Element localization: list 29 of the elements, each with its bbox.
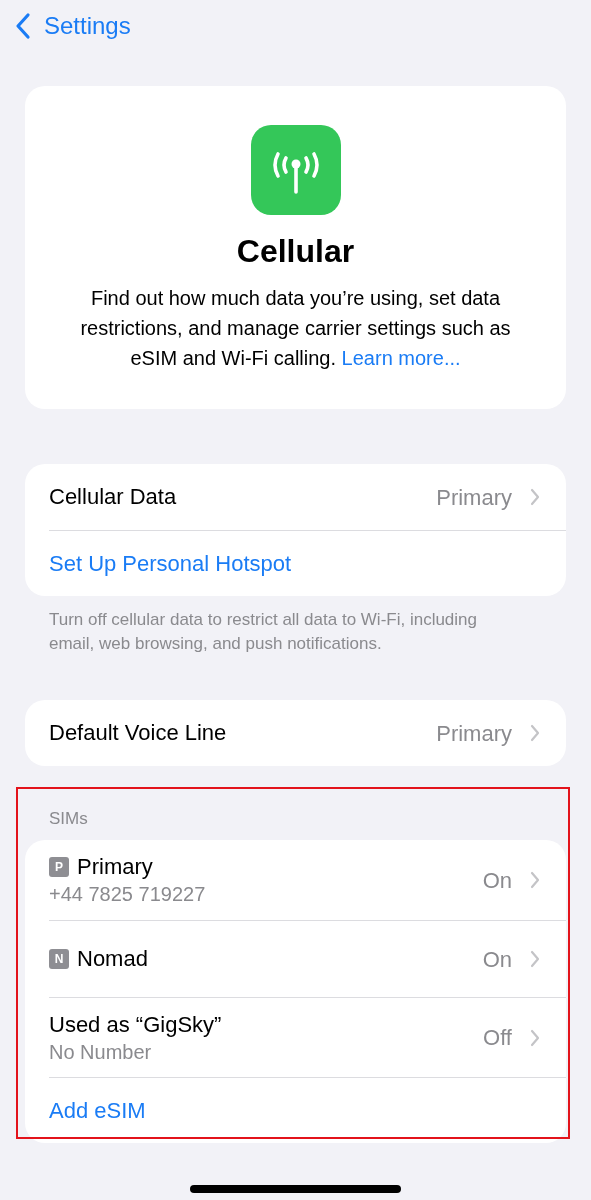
chevron-icon: [530, 1028, 540, 1047]
sim-badge: P: [49, 857, 69, 877]
chevron-icon: [530, 871, 540, 889]
row-value: Primary: [436, 483, 512, 512]
row-value: On: [482, 945, 512, 974]
row-value: Primary: [436, 719, 512, 748]
back-chevron-icon: [14, 12, 32, 40]
row-label: Nomad: [77, 945, 148, 973]
row-label: Default Voice Line: [49, 719, 227, 747]
antenna-icon: [250, 125, 341, 215]
chevron-icon: [530, 488, 540, 506]
row-value: On: [482, 866, 512, 895]
back-button[interactable]: Settings: [14, 8, 131, 44]
chevron-icon: [530, 724, 540, 742]
description-text: Find out how much data you’re using, set data restrictions, and manage carrier settings such as eSIM and Wi-Fi calling. Learn more...: [79, 286, 512, 371]
page-title: Cellular: [236, 232, 355, 271]
row-value: Off: [483, 1024, 512, 1052]
sim-badge: N: [49, 949, 69, 969]
section-header: SIMs: [48, 808, 89, 830]
footer-note: Turn off cellular data to restrict all data to Wi-Fi, including email, web browsing, and push notifications.: [48, 609, 478, 655]
link-item[interactable]: Add eSIM: [49, 1094, 146, 1127]
row-label: Cellular Data: [49, 483, 177, 511]
link-item[interactable]: Set Up Personal Hotspot: [49, 547, 292, 580]
row-label: Primary: [77, 853, 153, 881]
chevron-icon: [530, 950, 540, 968]
row-subtitle: No Number: [49, 1039, 153, 1065]
row-subtitle: +44 7825 719227: [49, 882, 207, 907]
learn-more-link[interactable]: Learn more...: [341, 347, 461, 369]
row-label: Used as “GigSky”: [49, 1010, 222, 1039]
